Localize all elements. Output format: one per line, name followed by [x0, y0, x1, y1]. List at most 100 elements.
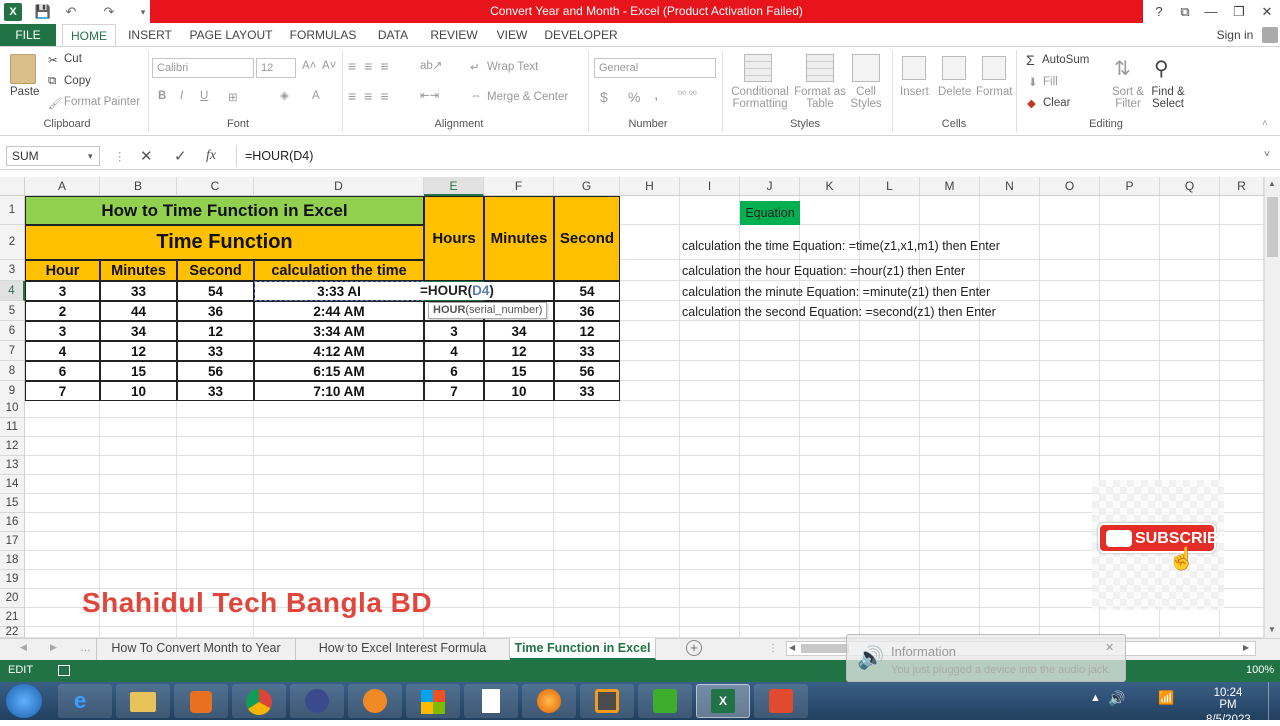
cell[interactable]	[620, 341, 680, 361]
cell[interactable]	[980, 196, 1040, 225]
cell[interactable]	[800, 361, 860, 381]
cell[interactable]	[800, 196, 860, 225]
cell[interactable]	[1040, 437, 1100, 456]
cell[interactable]	[1220, 341, 1264, 361]
cell[interactable]	[980, 494, 1040, 513]
row-header-13[interactable]: 13	[0, 456, 25, 475]
cell[interactable]	[860, 475, 920, 494]
name-box[interactable]: SUM	[6, 146, 100, 166]
column-header-f[interactable]: F	[484, 177, 554, 196]
row-header-9[interactable]: 9	[0, 381, 25, 401]
sheet-subtitle[interactable]: Time Function	[25, 225, 424, 260]
tab-review[interactable]: REVIEW	[426, 24, 482, 46]
cell[interactable]	[25, 399, 100, 418]
wrap-text-button[interactable]: Wrap Text	[487, 61, 538, 73]
cell[interactable]	[680, 196, 740, 225]
taskbar-excel-icon[interactable]: X	[696, 684, 750, 718]
cell[interactable]	[1100, 399, 1160, 418]
cell[interactable]	[100, 418, 177, 437]
format-button[interactable]: Format	[976, 86, 1012, 98]
decimal-adjust-icons[interactable]: ⁰⁰ ⁰⁰	[678, 90, 697, 101]
cell[interactable]	[25, 627, 100, 638]
cell[interactable]	[920, 608, 980, 627]
cell[interactable]	[980, 321, 1040, 341]
cell[interactable]	[740, 494, 800, 513]
column-header-e[interactable]: E	[424, 177, 484, 196]
tab-file[interactable]: FILE	[0, 24, 56, 46]
cell[interactable]	[1220, 608, 1264, 627]
cell[interactable]	[1220, 475, 1264, 494]
cell[interactable]	[177, 399, 254, 418]
cell[interactable]	[100, 551, 177, 570]
cell[interactable]	[1220, 321, 1264, 341]
expand-formula-bar-icon[interactable]: ˅	[1264, 149, 1270, 160]
bold-button[interactable]: B	[158, 90, 166, 102]
zoom-level[interactable]: 100%	[1246, 664, 1274, 676]
cell[interactable]	[254, 437, 424, 456]
taskbar-document-icon[interactable]	[464, 684, 518, 718]
cell[interactable]	[860, 608, 920, 627]
horizontal-align-icons[interactable]: ≡≡≡	[348, 88, 397, 104]
cell[interactable]	[740, 589, 800, 608]
sheet-tab-splitter-icon[interactable]: ⋮	[768, 643, 778, 654]
cell[interactable]	[860, 361, 920, 381]
cell[interactable]	[800, 399, 860, 418]
cell[interactable]	[860, 321, 920, 341]
cell[interactable]	[680, 513, 740, 532]
cell[interactable]	[100, 627, 177, 638]
cell[interactable]	[860, 551, 920, 570]
cell[interactable]	[100, 513, 177, 532]
cell[interactable]	[1160, 608, 1220, 627]
row-header-6[interactable]: 6	[0, 321, 25, 341]
cell[interactable]	[980, 418, 1040, 437]
paste-icon[interactable]	[10, 54, 36, 84]
percent-button[interactable]: %	[628, 89, 640, 105]
cell[interactable]	[1160, 361, 1220, 381]
cell[interactable]	[860, 494, 920, 513]
cell[interactable]	[424, 589, 484, 608]
restore-button[interactable]: ❐	[1226, 2, 1252, 22]
column-header-o[interactable]: O	[1040, 177, 1100, 196]
more-sheets-icon[interactable]: …	[80, 642, 91, 654]
cell[interactable]	[620, 551, 680, 570]
cell[interactable]	[1220, 260, 1264, 281]
scroll-down-icon[interactable]: ▼	[1268, 625, 1276, 634]
table-cell[interactable]: 56	[177, 361, 254, 381]
cell[interactable]	[554, 513, 620, 532]
cell[interactable]	[1040, 321, 1100, 341]
cell[interactable]	[920, 551, 980, 570]
font-size-combo[interactable]: 12	[256, 58, 296, 78]
font-name-combo[interactable]: Calibri	[152, 58, 254, 78]
cell[interactable]	[980, 456, 1040, 475]
cell[interactable]	[1100, 608, 1160, 627]
table-cell[interactable]: 2:44 AM	[254, 301, 424, 321]
collapse-ribbon-icon[interactable]: ˄	[1262, 118, 1268, 129]
cell[interactable]	[860, 570, 920, 589]
table-cell[interactable]: 7	[25, 381, 100, 401]
eraser-icon[interactable]: ◆	[1027, 96, 1036, 110]
column-header-q[interactable]: Q	[1160, 177, 1220, 196]
cell[interactable]	[860, 381, 920, 401]
find-select-button[interactable]: Find & Select	[1146, 86, 1190, 110]
cell[interactable]	[740, 551, 800, 570]
cell[interactable]	[740, 361, 800, 381]
cell[interactable]	[554, 627, 620, 638]
cell[interactable]	[620, 589, 680, 608]
cell[interactable]	[1220, 361, 1264, 381]
cell[interactable]	[484, 532, 554, 551]
taskbar-sublime-icon[interactable]	[580, 684, 634, 718]
table-cell[interactable]: 34	[484, 321, 554, 341]
show-desktop-button[interactable]	[1268, 682, 1280, 720]
row-header-3[interactable]: 3	[0, 260, 25, 281]
cell[interactable]	[980, 341, 1040, 361]
cell[interactable]	[1160, 437, 1220, 456]
cell[interactable]	[740, 381, 800, 401]
cell[interactable]	[680, 321, 740, 341]
cell[interactable]	[424, 418, 484, 437]
cell[interactable]	[1220, 437, 1264, 456]
table-cell[interactable]: 3	[25, 321, 100, 341]
tray-network-icon[interactable]: 📶	[1158, 690, 1174, 706]
cell[interactable]	[860, 456, 920, 475]
cell[interactable]	[680, 551, 740, 570]
cell[interactable]	[620, 321, 680, 341]
